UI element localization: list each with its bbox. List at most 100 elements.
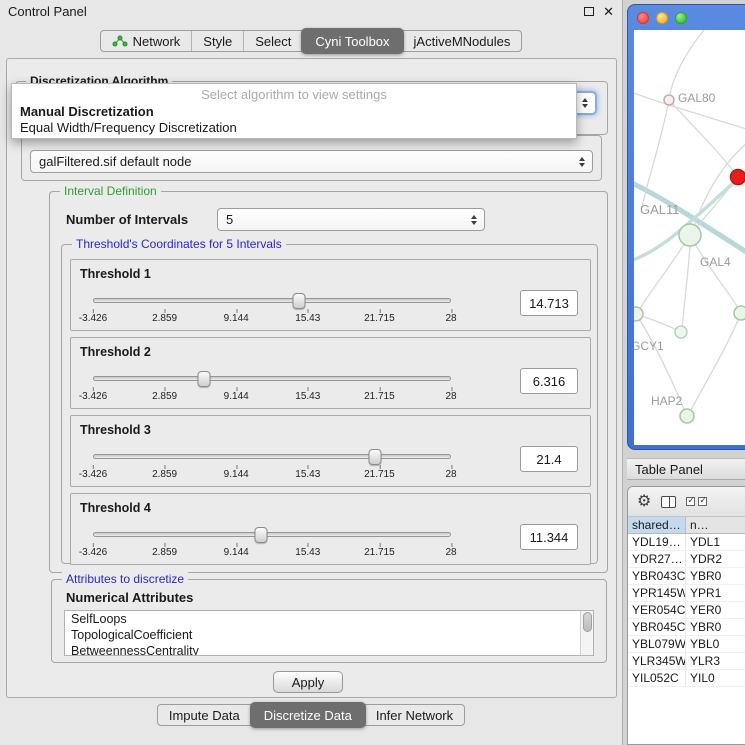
table-row[interactable]: YBR043C YBR0 — [628, 568, 745, 585]
cell-name[interactable]: YDL1 — [686, 534, 745, 550]
table-row[interactable]: YPR145W YPR1 — [628, 585, 745, 602]
table-data-group: Table Data galFiltered.sif default node — [21, 135, 602, 181]
tab-impute-data[interactable]: Impute Data — [158, 705, 251, 725]
dropdown-option-manual-discretization[interactable]: Manual Discretization — [12, 104, 576, 120]
cell-name[interactable]: YBL0 — [686, 636, 745, 652]
number-of-intervals-combo[interactable]: 5 — [217, 208, 485, 231]
bottom-tab-bar: Impute Data Discretize Data Infer Networ… — [157, 704, 465, 726]
column-header-shared-name[interactable]: shared… — [628, 517, 686, 533]
tab-cyni-toolbox[interactable]: Cyni Toolbox — [301, 28, 403, 54]
table-row[interactable]: YDL19… YDL1 — [628, 534, 745, 551]
group-label: Attributes to discretize — [62, 572, 188, 586]
tick-label: -3.426 — [79, 469, 107, 480]
threshold-3-panel: Threshold 3 -3.4262.8599.14415.4321.7152… — [70, 415, 591, 487]
column-header-name[interactable]: n… — [686, 517, 745, 533]
threshold-3-value-field[interactable]: 21.4 — [520, 446, 578, 472]
table-row[interactable]: YIL052C YIL0 — [628, 670, 745, 687]
minimize-traffic-light[interactable] — [656, 12, 668, 24]
scrollbar[interactable] — [580, 611, 593, 655]
cell-shared-name[interactable]: YPR145W — [628, 585, 686, 601]
cell-name[interactable]: YLR3 — [686, 653, 745, 669]
table-row[interactable]: YDR27… YDR2 — [628, 551, 745, 568]
table-row[interactable]: YBR045C YBR0 — [628, 619, 745, 636]
tab-network[interactable]: Network — [101, 31, 192, 51]
cell-name[interactable]: YIL0 — [686, 670, 745, 686]
numerical-attributes-list[interactable]: SelfLoopsTopologicalCoefficientBetweenne… — [64, 610, 594, 656]
list-item[interactable]: BetweennessCentrality — [65, 643, 593, 656]
tab-style[interactable]: Style — [191, 31, 243, 51]
cell-shared-name[interactable]: YBL079W — [628, 636, 686, 652]
tab-label: Discretize Data — [264, 708, 352, 723]
table-row[interactable]: YLR345W YLR3 — [628, 653, 745, 670]
threshold-4-slider[interactable] — [93, 532, 451, 537]
select-all-icons[interactable] — [686, 497, 707, 506]
table-row[interactable]: YER054C YER0 — [628, 602, 745, 619]
close-icon[interactable]: ✕ — [603, 5, 614, 18]
number-of-intervals-label: Number of Intervals — [66, 212, 188, 227]
cell-shared-name[interactable]: YBR045C — [628, 619, 686, 635]
list-item[interactable]: SelfLoops — [65, 611, 593, 627]
cell-shared-name[interactable]: YDR27… — [628, 551, 686, 567]
threshold-3-label: Threshold 3 — [80, 423, 151, 437]
cell-name[interactable]: YER0 — [686, 602, 745, 618]
tab-infer-network[interactable]: Infer Network — [365, 705, 464, 725]
group-label: Interval Definition — [60, 184, 161, 198]
zoom-traffic-light[interactable] — [675, 12, 687, 24]
slider-thumb[interactable] — [369, 449, 382, 465]
threshold-1-panel: Threshold 1 -3.4262.8599.14415.4321.7152… — [70, 259, 591, 331]
tab-jactivemodules[interactable]: jActiveMNodules — [403, 31, 522, 51]
node-label-gal4: GAL4 — [700, 255, 731, 269]
table-panel-titlebar: Table Panel — [627, 458, 745, 480]
network-canvas[interactable]: GAL80 GAL11 GAL4 GCY1 HAP2 — [634, 30, 745, 445]
threshold-3-slider[interactable] — [93, 454, 451, 459]
threshold-2-value-field[interactable]: 6.316 — [520, 368, 578, 394]
apply-button[interactable]: Apply — [273, 671, 343, 693]
dropdown-placeholder-option[interactable]: Select algorithm to view settings — [12, 86, 576, 104]
slider-thumb[interactable] — [255, 527, 268, 543]
tab-discretize-data[interactable]: Discretize Data — [250, 702, 366, 728]
cell-shared-name[interactable]: YBR043C — [628, 568, 686, 584]
slider-thumb[interactable] — [293, 293, 306, 309]
cell-name[interactable]: YDR2 — [686, 551, 745, 567]
slider-tick-labels: -3.4262.8599.14415.4321.71528 — [93, 310, 451, 324]
list-item[interactable]: TopologicalCoefficient — [65, 627, 593, 643]
cell-shared-name[interactable]: YIL052C — [628, 670, 686, 686]
threshold-1-slider[interactable] — [93, 298, 451, 303]
window-controls — [637, 12, 687, 24]
tick-label: 9.144 — [224, 391, 249, 402]
checkbox-icon[interactable] — [686, 497, 695, 506]
scrollbar-thumb[interactable] — [583, 612, 592, 632]
tab-select[interactable]: Select — [243, 31, 302, 51]
window-titlebar: Control Panel ✕ — [0, 0, 622, 22]
close-traffic-light[interactable] — [637, 12, 649, 24]
table-body: YDL19… YDL1 YDR27… YDR2 YBR043C YBR0 YPR… — [628, 534, 745, 687]
dropdown-option-equal-width-frequency[interactable]: Equal Width/Frequency Discretization — [12, 120, 576, 136]
tick-label: 2.859 — [152, 469, 177, 480]
node-label-gcy1: GCY1 — [634, 339, 664, 353]
threshold-4-value-field[interactable]: 11.344 — [520, 524, 578, 550]
threshold-1-value-field[interactable]: 14.713 — [520, 290, 578, 316]
combo-arrows-icon — [471, 215, 477, 225]
cell-name[interactable]: YPR1 — [686, 585, 745, 601]
group-label: Threshold's Coordinates for 5 Intervals — [72, 237, 286, 251]
table-data-combo[interactable]: galFiltered.sif default node — [30, 150, 593, 173]
slider-thumb[interactable] — [198, 371, 211, 387]
cell-name[interactable]: YBR0 — [686, 619, 745, 635]
cyni-toolbox-panel: Discretization Algorithm Select algorith… — [6, 58, 617, 698]
float-window-icon[interactable] — [584, 7, 594, 16]
cell-shared-name[interactable]: YLR345W — [628, 653, 686, 669]
cell-name[interactable]: YBR0 — [686, 568, 745, 584]
tab-label: Cyni Toolbox — [315, 34, 389, 49]
cell-shared-name[interactable]: YDL19… — [628, 534, 686, 550]
threshold-2-slider[interactable] — [93, 376, 451, 381]
threshold-4-panel: Threshold 4 -3.4262.8599.14415.4321.7152… — [70, 493, 591, 565]
columns-icon[interactable] — [661, 496, 676, 508]
table-row[interactable]: YBL079W YBL0 — [628, 636, 745, 653]
table-panel-title: Table Panel — [635, 462, 703, 477]
checkbox-icon[interactable] — [698, 497, 707, 506]
gear-icon[interactable]: ⚙ — [637, 494, 651, 510]
top-tab-bar: Network Style Select Cyni Toolbox jActiv… — [100, 30, 523, 52]
tick-label: 2.859 — [152, 391, 177, 402]
cell-shared-name[interactable]: YER054C — [628, 602, 686, 618]
threshold-2-label: Threshold 2 — [80, 345, 151, 359]
